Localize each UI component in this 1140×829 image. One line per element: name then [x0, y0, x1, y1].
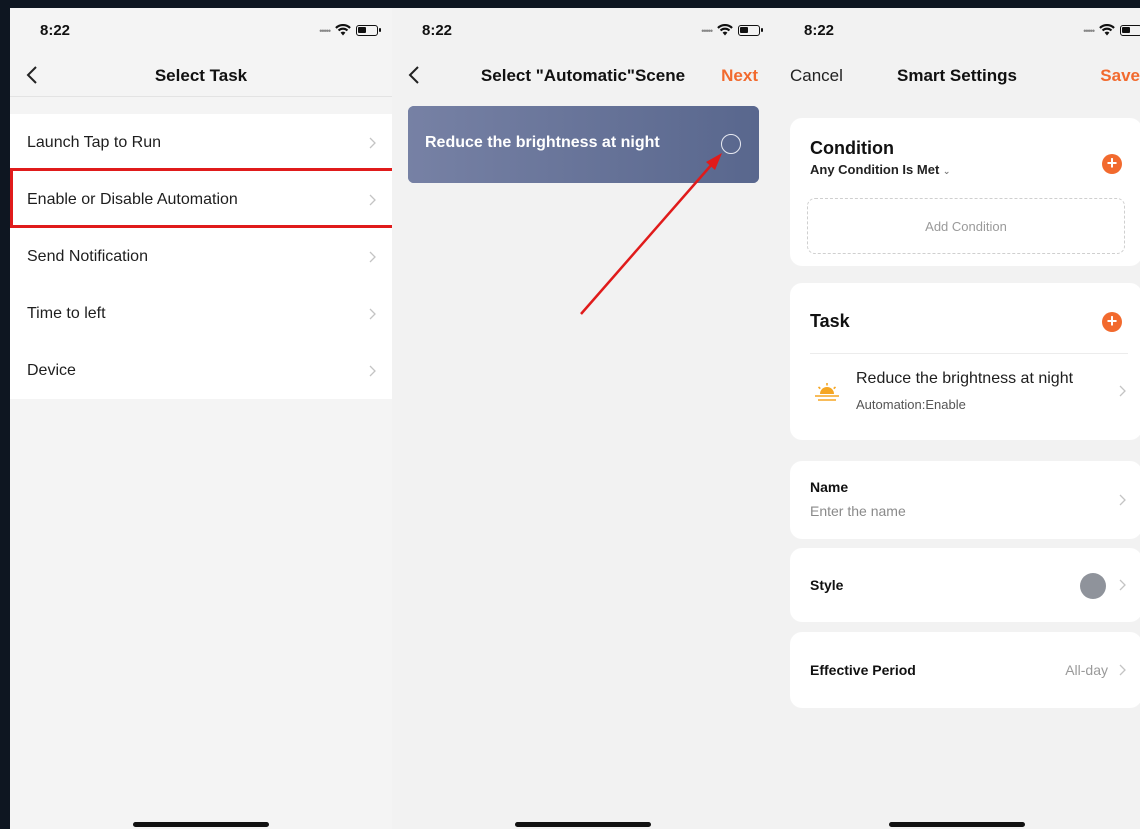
battery-icon — [738, 24, 763, 36]
list-item-label: Send Notification — [27, 247, 148, 265]
task-item[interactable]: Reduce the brightness at night Automatio… — [790, 355, 1140, 435]
list-item-device[interactable]: Device — [10, 342, 392, 399]
task-item-title: Reduce the brightness at night — [856, 370, 1074, 387]
battery-icon — [1120, 24, 1140, 36]
home-indicator — [133, 822, 269, 827]
condition-mode-label: Any Condition Is Met — [810, 162, 940, 177]
list-item-time-to-left[interactable]: Time to left — [10, 285, 392, 342]
chevron-right-icon — [369, 365, 376, 376]
sunset-icon — [815, 383, 839, 401]
task-type-list: Launch Tap to Run Enable or Disable Auto… — [10, 114, 392, 399]
cancel-button[interactable]: Cancel — [790, 66, 843, 86]
chevron-right-icon — [1119, 664, 1126, 676]
chevron-right-icon — [369, 251, 376, 262]
condition-card: Condition Any Condition Is Met ⌄ + Add C… — [790, 118, 1140, 266]
status-time: 8:22 — [804, 22, 835, 39]
signal-icon: ••••• — [701, 26, 713, 36]
style-label: Style — [810, 577, 844, 593]
effective-period-value: All-day — [1065, 662, 1108, 678]
divider — [10, 96, 392, 97]
condition-heading: Condition — [810, 138, 894, 158]
highlight-box — [10, 168, 392, 228]
save-button[interactable]: Save — [1100, 66, 1140, 86]
back-icon[interactable] — [408, 66, 420, 84]
next-button[interactable]: Next — [721, 66, 758, 86]
back-icon[interactable] — [26, 66, 38, 84]
status-bar: 8:22 ••••• — [392, 8, 774, 54]
status-time: 8:22 — [40, 22, 71, 39]
list-item-label: Launch Tap to Run — [27, 133, 162, 151]
effective-period-label: Effective Period — [810, 662, 916, 678]
chevron-right-icon — [369, 308, 376, 319]
add-condition-plus-button[interactable]: + — [1102, 154, 1122, 174]
chevron-down-icon: ⌄ — [942, 166, 951, 176]
wifi-icon — [335, 24, 351, 36]
task-item-subtitle: Automation:Enable — [856, 397, 966, 412]
name-placeholder: Enter the name — [810, 503, 906, 519]
scene-label: Reduce the brightness at night — [425, 134, 660, 151]
name-label: Name — [810, 479, 849, 495]
style-row[interactable]: Style — [790, 548, 1140, 622]
divider — [810, 353, 1128, 354]
add-condition-button[interactable]: Add Condition — [807, 198, 1125, 254]
select-scene-screen: 8:22 ••••• Select "Automatic"Scene Next … — [392, 8, 774, 829]
status-bar: 8:22 ••••• — [774, 8, 1140, 54]
page-title: Smart Settings — [897, 66, 1017, 85]
scene-card[interactable]: Reduce the brightness at night — [408, 106, 759, 183]
chevron-right-icon — [1119, 385, 1126, 397]
add-task-plus-button[interactable]: + — [1102, 312, 1122, 332]
style-color-swatch — [1080, 573, 1106, 599]
list-item-launch-tap-to-run[interactable]: Launch Tap to Run — [10, 114, 392, 171]
list-item-label: Device — [27, 361, 76, 379]
effective-period-row[interactable]: Effective Period All-day — [790, 632, 1140, 708]
signal-icon: ••••• — [319, 26, 331, 36]
condition-mode-dropdown[interactable]: Any Condition Is Met ⌄ — [810, 162, 950, 177]
page-title: Select Task — [154, 66, 248, 85]
wifi-icon — [717, 24, 733, 36]
page-title: Select "Automatic"Scene — [480, 66, 686, 85]
status-bar: 8:22 ••••• — [10, 8, 392, 54]
task-card: Task + Reduce the brightness at night Au… — [790, 283, 1140, 440]
home-indicator — [515, 822, 651, 827]
smart-settings-screen: 8:22 ••••• Cancel Smart Settings Save Co… — [774, 8, 1140, 829]
battery-icon — [356, 24, 381, 36]
status-time: 8:22 — [422, 22, 453, 39]
chevron-right-icon — [369, 137, 376, 148]
home-indicator — [889, 822, 1025, 827]
chevron-right-icon — [1119, 494, 1126, 506]
select-radio[interactable] — [721, 134, 741, 154]
signal-icon: ••••• — [1083, 26, 1095, 36]
list-item-send-notification[interactable]: Send Notification — [10, 228, 392, 285]
wifi-icon — [1099, 24, 1115, 36]
chevron-right-icon — [1119, 579, 1126, 591]
task-heading: Task — [810, 311, 850, 331]
select-task-screen: 8:22 ••••• Select Task Launch Tap to Run… — [10, 8, 392, 829]
name-row[interactable]: Name Enter the name — [790, 461, 1140, 539]
list-item-label: Time to left — [27, 304, 106, 322]
